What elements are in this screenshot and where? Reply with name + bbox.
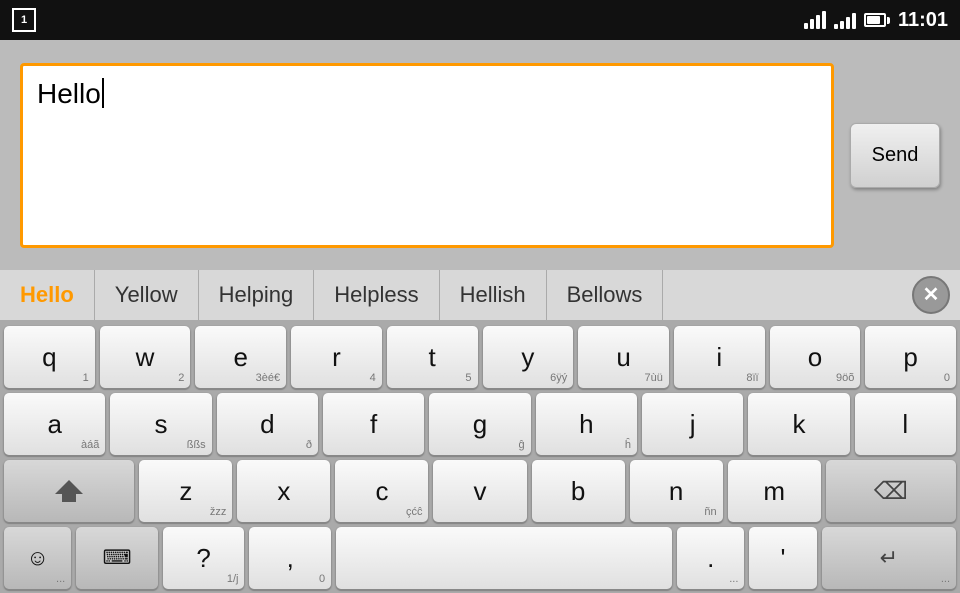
key-t[interactable]: t5 — [387, 326, 478, 388]
key-l[interactable]: l — [855, 393, 956, 455]
key-e[interactable]: e3èé€ — [195, 326, 286, 388]
status-left: 1 — [12, 8, 36, 32]
status-right: 11:01 — [804, 9, 948, 32]
enter-key[interactable]: ↵ ... — [822, 527, 956, 589]
key-u[interactable]: u7ùü — [578, 326, 669, 388]
key-d[interactable]: dð — [217, 393, 318, 455]
key-s[interactable]: sßßs — [110, 393, 211, 455]
input-area: Hello Send — [0, 40, 960, 270]
key-c[interactable]: cçćĉ — [335, 460, 428, 522]
shift-base-icon — [62, 494, 76, 502]
suggestion-bellows[interactable]: Bellows — [547, 270, 664, 320]
keyboard-row-1: q1 w2 e3èé€ r4 t5 y6ÿý u7ùü i8ïï o9öõ p0 — [4, 326, 956, 388]
key-period[interactable]: . ... — [677, 527, 744, 589]
wifi-icon — [804, 11, 826, 29]
key-x[interactable]: x — [237, 460, 330, 522]
emoji-key[interactable]: ☺ ... — [4, 527, 71, 589]
key-a[interactable]: aàáã — [4, 393, 105, 455]
key-apostrophe[interactable]: ' — [749, 527, 816, 589]
keyboard-row-4: ☺ ... ⌨ ? 1/j , 0 . ... ' ↵ ... — [4, 527, 956, 589]
suggestions-close-button[interactable]: ✕ — [912, 276, 950, 314]
suggestions-bar: Hello Yellow Helping Helpless Hellish Be… — [0, 270, 960, 320]
key-z[interactable]: zžzz — [139, 460, 232, 522]
suggestion-helpless[interactable]: Helpless — [314, 270, 439, 320]
status-bar: 1 11:01 — [0, 0, 960, 40]
send-button[interactable]: Send — [850, 123, 940, 188]
notification-icon: 1 — [12, 8, 36, 32]
key-p[interactable]: p0 — [865, 326, 956, 388]
suggestion-yellow[interactable]: Yellow — [95, 270, 199, 320]
key-i[interactable]: i8ïï — [674, 326, 765, 388]
key-r[interactable]: r4 — [291, 326, 382, 388]
key-v[interactable]: v — [433, 460, 526, 522]
clock: 11:01 — [898, 9, 948, 32]
enter-icon: ↵ — [880, 545, 898, 571]
suggestion-hello[interactable]: Hello — [10, 270, 95, 320]
key-j[interactable]: j — [642, 393, 743, 455]
space-key[interactable] — [336, 527, 672, 589]
input-text: Hello — [37, 78, 101, 110]
key-k[interactable]: k — [748, 393, 849, 455]
key-o[interactable]: o9öõ — [770, 326, 861, 388]
keyboard-row-3: zžzz x cçćĉ v b nñn m ⌫ — [4, 460, 956, 522]
text-cursor — [102, 78, 104, 108]
key-q[interactable]: q1 — [4, 326, 95, 388]
text-input-box[interactable]: Hello — [20, 63, 834, 248]
key-question[interactable]: ? 1/j — [163, 527, 245, 589]
key-w[interactable]: w2 — [100, 326, 191, 388]
key-g[interactable]: gĝ — [429, 393, 530, 455]
battery-icon — [864, 13, 890, 27]
shift-arrow-icon — [55, 480, 83, 494]
suggestion-hellish[interactable]: Hellish — [440, 270, 547, 320]
keyboard: q1 w2 e3èé€ r4 t5 y6ÿý u7ùü i8ïï o9öõ p0… — [0, 320, 960, 593]
backspace-icon: ⌫ — [874, 477, 908, 506]
signal-icon — [834, 11, 856, 29]
suggestion-helping[interactable]: Helping — [199, 270, 315, 320]
keyboard-row-2: aàáã sßßs dð f gĝ hĥ j k l — [4, 393, 956, 455]
backspace-key[interactable]: ⌫ — [826, 460, 956, 522]
key-m[interactable]: m — [728, 460, 821, 522]
key-h[interactable]: hĥ — [536, 393, 637, 455]
keyboard-switch-key[interactable]: ⌨ — [76, 527, 158, 589]
key-n[interactable]: nñn — [630, 460, 723, 522]
key-comma[interactable]: , 0 — [249, 527, 331, 589]
shift-key[interactable] — [4, 460, 134, 522]
key-f[interactable]: f — [323, 393, 424, 455]
key-b[interactable]: b — [532, 460, 625, 522]
key-y[interactable]: y6ÿý — [483, 326, 574, 388]
